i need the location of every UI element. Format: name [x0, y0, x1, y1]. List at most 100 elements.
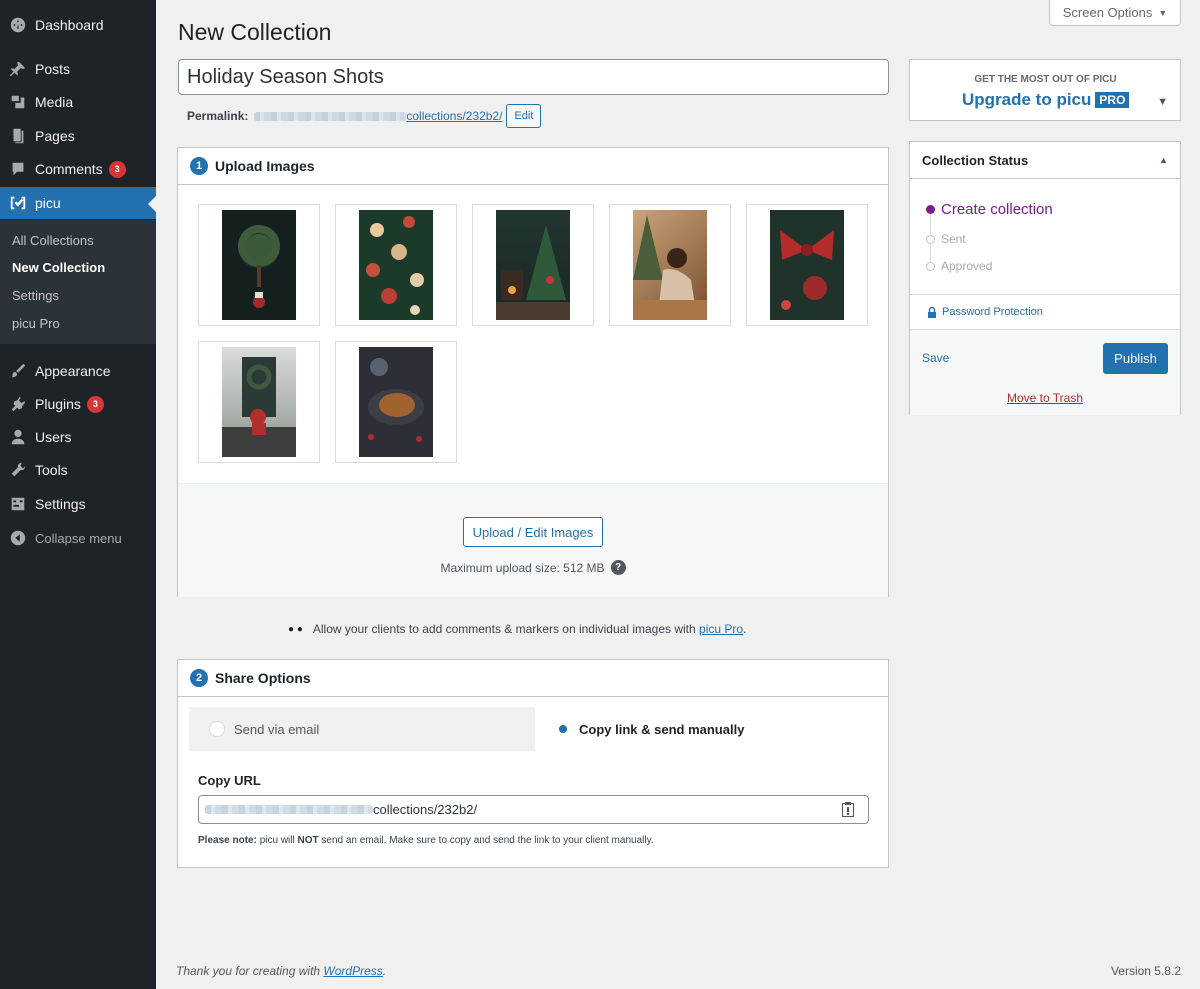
submenu-picu-pro[interactable]: picu Pro	[12, 316, 60, 331]
copy-url-label: Copy URL	[198, 773, 261, 788]
pin-icon	[0, 60, 35, 78]
status-step-create: Create collection	[926, 201, 1053, 218]
comments-count-badge: 3	[108, 160, 126, 178]
collection-status-header[interactable]: Collection Status ▲	[910, 142, 1180, 179]
status-step-sent: Sent	[926, 232, 966, 246]
tab-send-via-email[interactable]: Send via email	[189, 707, 535, 751]
upload-images-panel: 1 Upload Images Upload / Edit Images Max…	[177, 147, 889, 597]
copy-url-field[interactable]: collections/232b2/	[198, 795, 869, 824]
edit-permalink-button[interactable]: Edit	[506, 104, 542, 128]
menu-label: Plugins	[35, 396, 81, 412]
admin-sidebar: Dashboard Posts Media Pages Comments 3 p…	[0, 0, 156, 989]
upgrade-link[interactable]: Upgrade to picu PRO	[962, 90, 1130, 110]
max-upload-size: Maximum upload size: 512 MB ?	[178, 560, 888, 575]
menu-settings[interactable]: Settings	[0, 488, 156, 520]
pro-upsell-note: ● ● Allow your clients to add comments &…	[288, 622, 746, 636]
help-icon[interactable]: ?	[610, 560, 626, 575]
upload-footer: Upload / Edit Images Maximum upload size…	[178, 483, 888, 597]
wordpress-link[interactable]: WordPress	[323, 964, 382, 978]
permalink-label: Permalink:	[187, 109, 249, 123]
image-thumb-living-room-tree[interactable]	[472, 204, 594, 326]
upgrade-big-text: Upgrade to picu	[962, 90, 1092, 109]
image-thumb-girl-fairy-lights[interactable]	[609, 204, 731, 326]
radio-selected	[559, 725, 567, 733]
page-title: New Collection	[178, 19, 332, 45]
menu-label: picu	[35, 195, 61, 211]
menu-appearance[interactable]: Appearance	[0, 355, 156, 387]
menu-plugins[interactable]: Plugins 3	[0, 388, 156, 420]
image-thumb-wreath-door[interactable]	[198, 204, 320, 326]
max-upload-size-text: Maximum upload size: 512 MB	[440, 560, 605, 575]
menu-label: Pages	[35, 128, 75, 144]
image-thumb-red-bow-ornament[interactable]	[746, 204, 868, 326]
menu-label: Media	[35, 94, 74, 110]
status-dot-inactive	[926, 261, 935, 271]
collection-title-input[interactable]	[178, 59, 889, 95]
note-not: NOT	[297, 835, 319, 846]
chevron-down-icon[interactable]: ▼	[1157, 96, 1168, 108]
plugins-count-badge: 3	[86, 395, 104, 413]
menu-users[interactable]: Users	[0, 421, 156, 453]
eyes-icon: ● ●	[288, 623, 303, 635]
submenu-new-collection[interactable]: New Collection	[12, 260, 105, 275]
menu-label: Settings	[35, 496, 86, 512]
share-options-heading: Share Options	[215, 670, 311, 686]
upload-images-heading: Upload Images	[215, 158, 315, 174]
radio-unselected	[210, 722, 224, 736]
menu-comments[interactable]: Comments 3	[0, 153, 156, 185]
menu-label: Users	[35, 429, 72, 445]
menu-dashboard[interactable]: Dashboard	[0, 9, 156, 41]
menu-media[interactable]: Media	[0, 86, 156, 118]
dashboard-icon	[0, 16, 35, 34]
girl-fairy-lights-image	[633, 210, 707, 320]
collapse-menu-button[interactable]: Collapse menu	[0, 522, 156, 554]
living-room-tree-image	[496, 210, 570, 320]
menu-tools[interactable]: Tools	[0, 454, 156, 486]
save-link[interactable]: Save	[922, 351, 949, 365]
menu-posts[interactable]: Posts	[0, 53, 156, 85]
picu-pro-link[interactable]: picu Pro	[699, 622, 743, 636]
tab-copy-link[interactable]: Copy link & send manually	[535, 707, 878, 751]
screen-options-button[interactable]: Screen Options ▼	[1049, 0, 1181, 26]
footer-thanks: Thank you for creating with WordPress.	[176, 964, 386, 978]
menu-pages[interactable]: Pages	[0, 120, 156, 152]
divider	[910, 294, 1180, 295]
move-to-trash-link[interactable]: Move to Trash	[910, 391, 1180, 405]
image-thumb-roast-dinner[interactable]	[335, 341, 457, 463]
share-options-header: 2 Share Options	[178, 660, 888, 697]
screen-options-label: Screen Options	[1062, 5, 1153, 20]
upgrade-small-text: GET THE MOST OUT OF PICU	[974, 74, 1117, 85]
image-thumb-santa-porch[interactable]	[198, 341, 320, 463]
publish-actions: Save Publish Move to Trash	[910, 329, 1180, 415]
publish-button[interactable]: Publish	[1103, 343, 1168, 374]
blurred-domain	[254, 111, 407, 121]
status-step-label: Sent	[941, 232, 966, 246]
pages-icon	[0, 127, 35, 145]
status-dot-inactive	[926, 234, 935, 244]
brush-icon	[0, 362, 35, 380]
status-step-approved: Approved	[926, 259, 992, 273]
clipboard-icon[interactable]	[842, 802, 854, 820]
permalink-link[interactable]: collections/232b2/	[406, 109, 502, 123]
lock-icon	[928, 306, 936, 318]
note-rest: send an email. Make sure to copy and sen…	[318, 835, 654, 846]
collapse-icon	[0, 529, 35, 547]
submenu-settings[interactable]: Settings	[12, 288, 59, 303]
image-thumb-tree-baubles[interactable]	[335, 204, 457, 326]
password-protection-link[interactable]: Password Protection	[927, 306, 1043, 318]
roast-dinner-image	[359, 347, 433, 457]
chevron-up-icon[interactable]: ▲	[1159, 155, 1168, 165]
tab-copy-label: Copy link & send manually	[579, 721, 745, 737]
upload-edit-images-button[interactable]: Upload / Edit Images	[463, 517, 603, 547]
tree-baubles-image	[359, 210, 433, 320]
plugin-icon	[0, 395, 35, 413]
upload-images-header: 1 Upload Images	[178, 148, 888, 185]
step-badge: 1	[190, 157, 208, 175]
submenu-all-collections[interactable]: All Collections	[12, 233, 94, 248]
menu-label: Tools	[35, 462, 68, 478]
picu-submenu: All Collections New Collection Settings …	[0, 220, 156, 344]
share-note: Please note: picu will NOT send an email…	[198, 835, 654, 846]
menu-picu[interactable]: picu	[0, 187, 156, 219]
upgrade-box[interactable]: GET THE MOST OUT OF PICU Upgrade to picu…	[909, 59, 1181, 121]
password-protection-label: Password Protection	[942, 306, 1043, 318]
